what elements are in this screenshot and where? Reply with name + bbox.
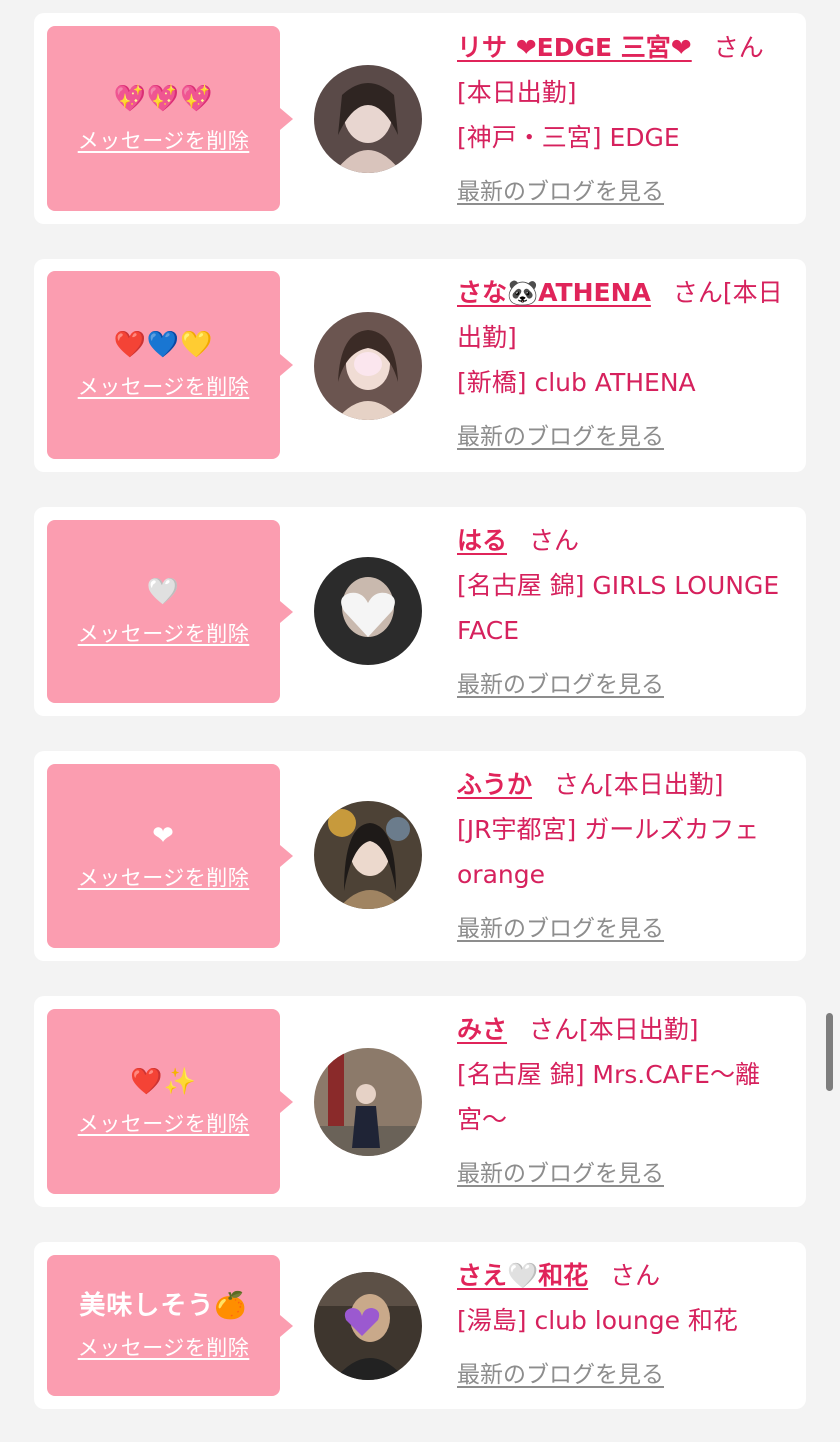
- list-item: ❤️✨ メッセージを削除 みさ さん[本日出勤] [名古屋 錦] Mrs.CAFE…: [34, 996, 806, 1207]
- message-text: ❤️✨: [130, 1066, 197, 1097]
- blog-link[interactable]: 最新のブログを見る: [457, 415, 664, 460]
- message-bubble: 💖💖💖 メッセージを削除: [47, 26, 293, 211]
- cast-name-link[interactable]: さな🐼ATHENA: [457, 278, 651, 307]
- avatar[interactable]: [314, 801, 422, 909]
- work-status: [本日出勤]: [457, 78, 577, 107]
- message-text: 🤍: [146, 576, 181, 607]
- cast-name-link[interactable]: リサ ❤EDGE 三宮❤: [457, 33, 692, 62]
- blog-link[interactable]: 最新のブログを見る: [457, 1353, 664, 1398]
- cast-info: ふうか さん[本日出勤] [JR宇都宮] ガールズカフェ orange 最新のブロ…: [457, 762, 797, 952]
- message-text: 美味しそう🍊: [79, 1290, 248, 1321]
- scrollbar[interactable]: [826, 1013, 833, 1091]
- blog-link[interactable]: 最新のブログを見る: [457, 1152, 664, 1197]
- avatar-photo: [314, 65, 422, 173]
- cast-name-link[interactable]: さえ🤍和花: [457, 1261, 588, 1290]
- cast-name-link[interactable]: はる: [457, 526, 507, 555]
- store-name: [神戸・三宮] EDGE: [457, 123, 680, 152]
- message-bubble: 美味しそう🍊 メッセージを削除: [47, 1255, 293, 1396]
- cast-info: さえ🤍和花 さん [湯島] club lounge 和花 最新のブログを見る: [457, 1253, 797, 1398]
- list-item: 💖💖💖 メッセージを削除 リサ ❤EDGE 三宮❤ さん [本日出勤] [神戸・三…: [34, 13, 806, 224]
- store-name: [新橋] club ATHENA: [457, 368, 696, 397]
- cast-info: さな🐼ATHENA さん[本日出勤] [新橋] club ATHENA 最新のブロ…: [457, 270, 797, 460]
- message-bubble: ❤️✨ メッセージを削除: [47, 1009, 293, 1194]
- store-name: [名古屋 錦] GIRLS LOUNGE FACE: [457, 571, 780, 645]
- delete-message-link[interactable]: メッセージを削除: [78, 371, 250, 401]
- avatar[interactable]: [314, 65, 422, 173]
- work-status: [本日出勤]: [604, 770, 724, 799]
- avatar-photo: [314, 1272, 422, 1380]
- avatar[interactable]: [314, 1272, 422, 1380]
- cast-name-link[interactable]: みさ: [457, 1015, 507, 1044]
- cast-name-link[interactable]: ふうか: [457, 770, 532, 799]
- list-item: 🤍 メッセージを削除 はる さん [名古屋 錦] GIRLS LOUNGE FAC…: [34, 507, 806, 716]
- name-suffix: さん: [529, 1015, 580, 1044]
- delete-message-link[interactable]: メッセージを削除: [78, 125, 250, 155]
- list-item: ❤️💙💛 メッセージを削除 さな🐼ATHENA さん[本日出勤] [新橋] clu…: [34, 259, 806, 472]
- store-name: [湯島] club lounge 和花: [457, 1306, 738, 1335]
- avatar-photo: [314, 312, 422, 420]
- avatar-photo: [314, 557, 422, 665]
- cast-info: リサ ❤EDGE 三宮❤ さん [本日出勤] [神戸・三宮] EDGE 最新のブロ…: [457, 25, 797, 215]
- avatar[interactable]: [314, 312, 422, 420]
- blog-link[interactable]: 最新のブログを見る: [457, 663, 664, 708]
- name-suffix: さん: [529, 526, 580, 555]
- message-bubble: ❤️💙💛 メッセージを削除: [47, 271, 293, 459]
- list-item: ❤ メッセージを削除 ふうか さん[本日出勤] [JR宇都宮] ガールズカフェ o…: [34, 751, 806, 961]
- avatar-photo: [314, 801, 422, 909]
- avatar[interactable]: [314, 557, 422, 665]
- name-suffix: さん: [554, 770, 605, 799]
- store-name: [名古屋 錦] Mrs.CAFE〜離宮〜: [457, 1060, 760, 1134]
- message-text: 💖💖💖: [113, 83, 214, 114]
- message-bubble: ❤ メッセージを削除: [47, 764, 293, 948]
- message-text: ❤️💙💛: [113, 330, 214, 360]
- blog-link[interactable]: 最新のブログを見る: [457, 907, 664, 952]
- work-status: [本日出勤]: [579, 1015, 699, 1044]
- cast-info: はる さん [名古屋 錦] GIRLS LOUNGE FACE 最新のブログを見る: [457, 518, 797, 708]
- delete-message-link[interactable]: メッセージを削除: [78, 1108, 250, 1138]
- message-bubble: 🤍 メッセージを削除: [47, 520, 293, 703]
- delete-message-link[interactable]: メッセージを削除: [78, 618, 250, 648]
- list-item: 美味しそう🍊 メッセージを削除 さえ🤍和花 さん [湯島] club lounge…: [34, 1242, 806, 1409]
- name-suffix: さん: [610, 1261, 661, 1290]
- message-text: ❤: [152, 821, 175, 851]
- cast-info: みさ さん[本日出勤] [名古屋 錦] Mrs.CAFE〜離宮〜 最新のブログを見…: [457, 1007, 797, 1197]
- blog-link[interactable]: 最新のブログを見る: [457, 170, 664, 215]
- delete-message-link[interactable]: メッセージを削除: [78, 862, 250, 892]
- store-name: [JR宇都宮] ガールズカフェ orange: [457, 815, 760, 889]
- avatar-photo: [314, 1048, 422, 1156]
- name-suffix: さん: [713, 33, 764, 62]
- name-suffix: さん: [672, 278, 723, 307]
- delete-message-link[interactable]: メッセージを削除: [78, 1332, 250, 1362]
- avatar[interactable]: [314, 1048, 422, 1156]
